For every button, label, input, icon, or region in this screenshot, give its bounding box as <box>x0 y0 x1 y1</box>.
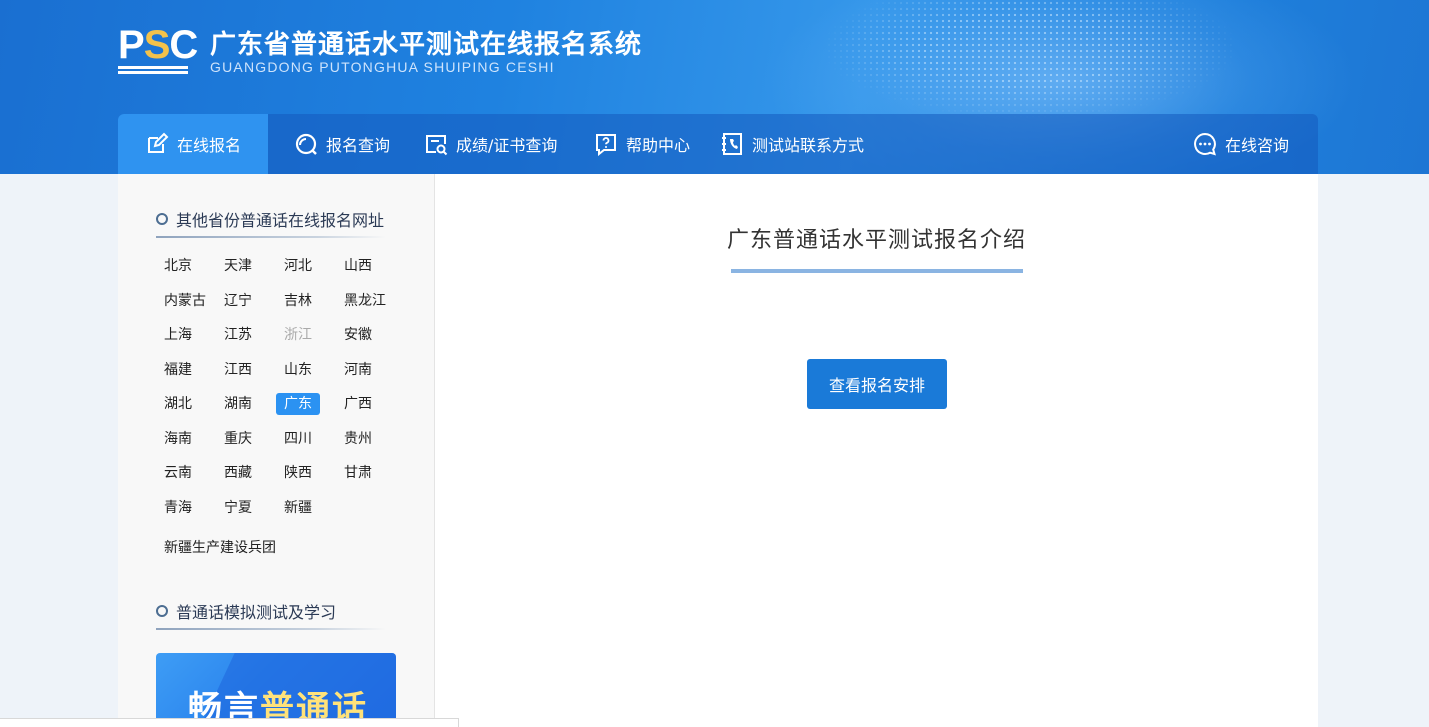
province-link[interactable]: 贵州 <box>344 428 372 450</box>
nav-register-query[interactable]: 报名查询 <box>294 114 390 174</box>
province-link[interactable]: 新疆 <box>284 497 312 519</box>
province-link[interactable]: 青海 <box>164 497 192 519</box>
nav-label: 报名查询 <box>326 136 391 155</box>
nav-label: 在线报名 <box>176 136 241 155</box>
site-title: 广东省普通话水平测试在线报名系统 <box>210 30 643 60</box>
circle-bullet-icon <box>156 605 168 617</box>
province-link[interactable]: 浙江 <box>284 324 312 346</box>
province-link[interactable]: 陕西 <box>284 462 312 484</box>
nav-score-certificate-query[interactable]: 成绩/证书查询 <box>424 114 557 174</box>
province-link[interactable]: 四川 <box>284 428 312 450</box>
province-link[interactable]: 甘肃 <box>344 462 372 484</box>
study-section-title: 普通话模拟测试及学习 <box>156 599 336 623</box>
province-link[interactable]: 重庆 <box>224 428 252 450</box>
province-link[interactable]: 上海 <box>164 324 192 346</box>
site-header: PSC 广东省普通话水平测试在线报名系统 GUANGDONG PUTONGHUA… <box>0 0 1429 174</box>
section-title-text: 普通话模拟测试及学习 <box>176 603 337 622</box>
chat-icon <box>1194 132 1216 156</box>
section-title-text: 其他省份普通话在线报名网址 <box>176 211 385 230</box>
province-link[interactable]: 广东 <box>276 393 320 415</box>
province-link[interactable]: 山东 <box>284 359 312 381</box>
nav-help-center[interactable]: 帮助中心 <box>594 114 690 174</box>
province-link-bingtuan[interactable]: 新疆生产建设兵团 <box>164 537 276 559</box>
bottom-status-bar <box>0 718 459 727</box>
province-link[interactable]: 西藏 <box>224 462 252 484</box>
province-link[interactable]: 北京 <box>164 255 192 277</box>
nav-label: 测试站联系方式 <box>752 136 865 155</box>
sidebar: 其他省份普通话在线报名网址 北京 天津 河北 山西内蒙古 辽宁 吉林 黑龙江上海 江苏 浙江 安徽… <box>118 174 435 727</box>
main-nav: 在线报名 报名查询 成绩/证书查询 帮助中心 测试站联系方式 在线咨询 <box>118 114 1318 174</box>
provinces-section-title: 其他省份普通话在线报名网址 <box>156 207 384 231</box>
changyan-putonghua-banner[interactable]: 畅言普通话 <box>156 653 396 727</box>
psc-logo[interactable]: PSC <box>118 25 198 75</box>
nav-label: 成绩/证书查询 <box>456 136 558 155</box>
section-divider <box>156 628 386 630</box>
main-content: 广东普通话水平测试报名介绍 查看报名安排 <box>435 174 1318 727</box>
province-link[interactable]: 黑龙江 <box>344 290 386 312</box>
page-title: 广东普通话水平测试报名介绍 <box>726 228 1026 253</box>
province-link[interactable]: 广西 <box>344 393 372 415</box>
province-link[interactable]: 湖南 <box>224 393 252 415</box>
section-divider <box>156 236 386 238</box>
logo-bar <box>118 66 188 69</box>
province-link[interactable]: 内蒙古 <box>164 290 206 312</box>
title-underline <box>731 269 1023 273</box>
phone-book-icon <box>722 133 742 155</box>
circle-bullet-icon <box>156 213 168 225</box>
province-link[interactable]: 河北 <box>284 255 312 277</box>
world-map-decoration <box>820 0 1240 120</box>
certificate-search-icon <box>426 135 448 156</box>
province-link[interactable]: 宁夏 <box>224 497 252 519</box>
nav-label: 帮助中心 <box>626 136 691 155</box>
logo-bar <box>118 71 188 74</box>
province-link[interactable]: 江苏 <box>224 324 252 346</box>
province-link[interactable]: 河南 <box>344 359 372 381</box>
nav-online-consult[interactable]: 在线咨询 <box>1193 114 1289 174</box>
nav-station-contacts[interactable]: 测试站联系方式 <box>720 114 864 174</box>
province-link[interactable]: 辽宁 <box>224 290 252 312</box>
help-icon <box>596 134 616 156</box>
edit-icon <box>147 132 169 153</box>
nav-label: 在线咨询 <box>1225 136 1290 155</box>
province-link[interactable]: 山西 <box>344 255 372 277</box>
nav-online-register[interactable]: 在线报名 <box>118 114 268 174</box>
province-link[interactable]: 海南 <box>164 428 192 450</box>
province-link[interactable]: 江西 <box>224 359 252 381</box>
province-link[interactable]: 天津 <box>224 255 252 277</box>
province-link[interactable]: 安徽 <box>344 324 372 346</box>
site-subtitle: GUANGDONG PUTONGHUA SHUIPING CESHI <box>210 59 555 75</box>
province-link[interactable]: 吉林 <box>284 290 312 312</box>
province-link[interactable]: 云南 <box>164 462 192 484</box>
view-schedule-button[interactable]: 查看报名安排 <box>807 359 947 409</box>
logo-text: PSC <box>118 23 198 67</box>
search-circle-icon <box>295 133 317 155</box>
province-link[interactable]: 湖北 <box>164 393 192 415</box>
province-link[interactable]: 福建 <box>164 359 192 381</box>
